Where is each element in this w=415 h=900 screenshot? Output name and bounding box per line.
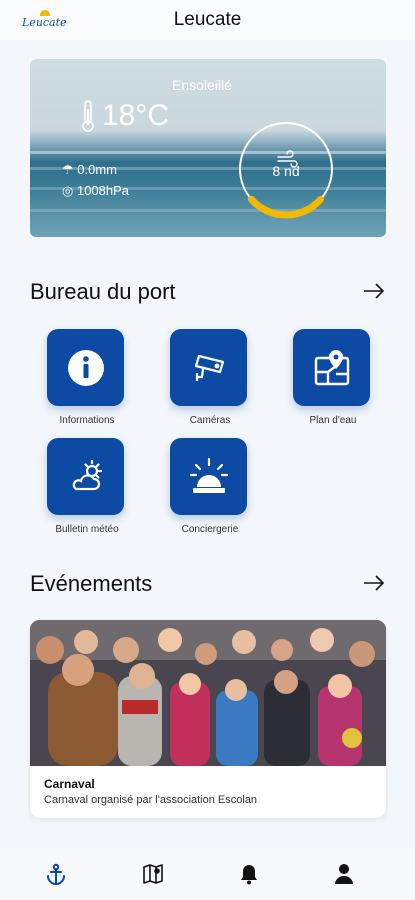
tile-label: Conciergerie: [181, 524, 239, 535]
rain-value: 0.0mm: [77, 162, 118, 177]
tile-label: Informations: [59, 415, 115, 426]
cameras-button[interactable]: [170, 329, 247, 406]
temperature-value: 18°C: [102, 99, 170, 132]
pressure-row: ◎ 1008hPa: [62, 183, 129, 199]
gauge-icon: ◎: [62, 183, 74, 198]
nav-item-notifications[interactable]: [237, 862, 261, 886]
tile-label: Caméras: [189, 415, 231, 426]
cloud-sun-icon: [72, 459, 102, 490]
event-description: Carnaval organisé par l'association Esco…: [44, 794, 258, 806]
plan-eau-button[interactable]: [293, 329, 370, 406]
wind-speed-value: 8 nd: [272, 163, 300, 179]
tile-cameras[interactable]: Caméras: [154, 329, 266, 426]
anchor-icon: [47, 863, 65, 885]
weather-condition: Ensoleillé: [172, 77, 232, 93]
info-icon: [67, 349, 104, 386]
nav-item-profile[interactable]: [332, 862, 356, 886]
conciergerie-button[interactable]: [170, 438, 247, 515]
tile-informations[interactable]: Informations: [31, 329, 143, 426]
tile-label: Bulletin météo: [55, 524, 119, 535]
user-icon: [335, 864, 353, 884]
nav-item-home[interactable]: [44, 862, 68, 886]
top-bar: Leucate Leucate: [0, 0, 415, 40]
wind-gauge-fill: [247, 195, 325, 219]
event-card[interactable]: Carnaval Carnaval organisé par l'associa…: [30, 620, 386, 818]
event-title: Carnaval: [44, 777, 95, 791]
informations-button[interactable]: [47, 329, 124, 406]
weather-card[interactable]: Ensoleillé 18°C ☂ 0.0mm ◎ 1008hPa 8 nd: [30, 59, 386, 237]
thermometer-icon: [82, 100, 94, 132]
arrow-right-icon[interactable]: [363, 575, 385, 591]
bulletin-meteo-button[interactable]: [47, 438, 124, 515]
page-title: Leucate: [173, 9, 242, 30]
tile-bulletin-meteo[interactable]: Bulletin météo: [31, 438, 143, 535]
section-title-events: Evénements: [30, 571, 153, 596]
section-title-port: Bureau du port: [30, 279, 176, 304]
event-image: [30, 620, 386, 766]
tile-conciergerie[interactable]: Conciergerie: [154, 438, 266, 535]
tile-plan-eau[interactable]: Plan d'eau: [277, 329, 389, 426]
bottom-nav: [0, 848, 415, 900]
camera-icon: [194, 354, 224, 381]
pressure-value: 1008hPa: [76, 183, 130, 198]
map-pin-icon: [314, 349, 349, 385]
bell-icon: [241, 865, 257, 885]
map-icon: [143, 864, 163, 884]
bell-alarm-icon: [189, 457, 228, 493]
tile-label: Plan d'eau: [309, 415, 357, 426]
umbrella-icon: ☂: [62, 162, 74, 177]
rain-row: ☂ 0.0mm: [62, 162, 117, 178]
arrow-right-icon[interactable]: [363, 283, 385, 299]
nav-item-map[interactable]: [141, 862, 165, 886]
